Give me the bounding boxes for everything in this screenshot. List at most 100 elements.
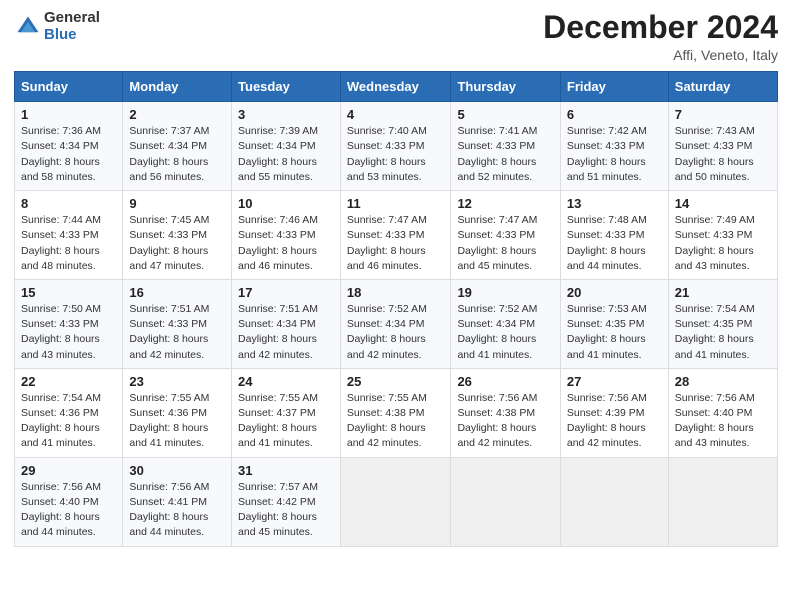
calendar-cell: 5 Sunrise: 7:41 AMSunset: 4:33 PMDaylight… <box>451 102 560 191</box>
logo-icon <box>14 13 42 41</box>
calendar-cell: 14Sunrise: 7:49 AMSunset: 4:33 PMDayligh… <box>668 191 777 280</box>
calendar-cell: 22Sunrise: 7:54 AMSunset: 4:36 PMDayligh… <box>15 368 123 457</box>
calendar-cell: 4 Sunrise: 7:40 AMSunset: 4:33 PMDaylight… <box>340 102 451 191</box>
page: General Blue December 2024 Affi, Veneto,… <box>0 0 792 612</box>
day-info: Sunrise: 7:39 AMSunset: 4:34 PMDaylight:… <box>238 124 334 185</box>
day-info: Sunrise: 7:52 AMSunset: 4:34 PMDaylight:… <box>457 302 553 363</box>
calendar-cell: 2 Sunrise: 7:37 AMSunset: 4:34 PMDaylight… <box>123 102 232 191</box>
day-number: 23 <box>129 374 225 389</box>
day-number: 5 <box>457 107 553 122</box>
calendar-cell <box>340 457 451 546</box>
weekday-header: Thursday <box>451 72 560 102</box>
day-number: 9 <box>129 196 225 211</box>
weekday-header: Wednesday <box>340 72 451 102</box>
day-number: 10 <box>238 196 334 211</box>
day-info: Sunrise: 7:37 AMSunset: 4:34 PMDaylight:… <box>129 124 225 185</box>
logo-general: General <box>44 10 100 27</box>
day-info: Sunrise: 7:42 AMSunset: 4:33 PMDaylight:… <box>567 124 662 185</box>
calendar-cell: 28Sunrise: 7:56 AMSunset: 4:40 PMDayligh… <box>668 368 777 457</box>
day-number: 25 <box>347 374 445 389</box>
day-info: Sunrise: 7:54 AMSunset: 4:36 PMDaylight:… <box>21 391 116 452</box>
day-number: 16 <box>129 285 225 300</box>
calendar-cell: 10 Sunrise: 7:46 AMSunset: 4:33 PMDayligh… <box>232 191 341 280</box>
calendar-cell: 9Sunrise: 7:45 AMSunset: 4:33 PMDaylight… <box>123 191 232 280</box>
day-number: 1 <box>21 107 116 122</box>
day-info: Sunrise: 7:47 AMSunset: 4:33 PMDaylight:… <box>347 213 445 274</box>
calendar-cell: 19Sunrise: 7:52 AMSunset: 4:34 PMDayligh… <box>451 279 560 368</box>
calendar-cell: 1 Sunrise: 7:36 AMSunset: 4:34 PMDaylight… <box>15 102 123 191</box>
day-number: 3 <box>238 107 334 122</box>
logo-blue: Blue <box>44 27 100 44</box>
day-info: Sunrise: 7:44 AMSunset: 4:33 PMDaylight:… <box>21 213 116 274</box>
calendar-cell: 16 Sunrise: 7:51 AMSunset: 4:33 PMDayligh… <box>123 279 232 368</box>
day-info: Sunrise: 7:55 AMSunset: 4:37 PMDaylight:… <box>238 391 334 452</box>
day-number: 11 <box>347 196 445 211</box>
calendar-cell: 25 Sunrise: 7:55 AMSunset: 4:38 PMDayligh… <box>340 368 451 457</box>
calendar-cell <box>668 457 777 546</box>
day-info: Sunrise: 7:55 AMSunset: 4:36 PMDaylight:… <box>129 391 225 452</box>
calendar-cell: 18 Sunrise: 7:52 AMSunset: 4:34 PMDayligh… <box>340 279 451 368</box>
month-title: December 2024 <box>543 10 778 45</box>
calendar-cell: 6 Sunrise: 7:42 AMSunset: 4:33 PMDaylight… <box>560 102 668 191</box>
weekday-header: Tuesday <box>232 72 341 102</box>
day-info: Sunrise: 7:56 AMSunset: 4:41 PMDaylight:… <box>129 480 225 541</box>
calendar-cell <box>560 457 668 546</box>
day-info: Sunrise: 7:40 AMSunset: 4:33 PMDaylight:… <box>347 124 445 185</box>
calendar-cell: 3 Sunrise: 7:39 AMSunset: 4:34 PMDaylight… <box>232 102 341 191</box>
day-info: Sunrise: 7:54 AMSunset: 4:35 PMDaylight:… <box>675 302 771 363</box>
day-info: Sunrise: 7:51 AMSunset: 4:34 PMDaylight:… <box>238 302 334 363</box>
day-info: Sunrise: 7:47 AMSunset: 4:33 PMDaylight:… <box>457 213 553 274</box>
day-number: 31 <box>238 463 334 478</box>
day-info: Sunrise: 7:56 AMSunset: 4:40 PMDaylight:… <box>21 480 116 541</box>
day-number: 30 <box>129 463 225 478</box>
day-number: 18 <box>347 285 445 300</box>
calendar-cell: 21 Sunrise: 7:54 AMSunset: 4:35 PMDayligh… <box>668 279 777 368</box>
weekday-header: Sunday <box>15 72 123 102</box>
day-number: 8 <box>21 196 116 211</box>
day-info: Sunrise: 7:43 AMSunset: 4:33 PMDaylight:… <box>675 124 771 185</box>
location: Affi, Veneto, Italy <box>543 47 778 63</box>
day-info: Sunrise: 7:56 AMSunset: 4:39 PMDaylight:… <box>567 391 662 452</box>
day-info: Sunrise: 7:53 AMSunset: 4:35 PMDaylight:… <box>567 302 662 363</box>
day-number: 2 <box>129 107 225 122</box>
calendar-cell: 7 Sunrise: 7:43 AMSunset: 4:33 PMDaylight… <box>668 102 777 191</box>
weekday-header: Monday <box>123 72 232 102</box>
day-number: 4 <box>347 107 445 122</box>
calendar-cell: 8 Sunrise: 7:44 AMSunset: 4:33 PMDaylight… <box>15 191 123 280</box>
calendar-cell: 29 Sunrise: 7:56 AMSunset: 4:40 PMDayligh… <box>15 457 123 546</box>
calendar-cell: 20 Sunrise: 7:53 AMSunset: 4:35 PMDayligh… <box>560 279 668 368</box>
day-number: 17 <box>238 285 334 300</box>
calendar-cell <box>451 457 560 546</box>
header: General Blue December 2024 Affi, Veneto,… <box>14 10 778 63</box>
calendar-cell: 27Sunrise: 7:56 AMSunset: 4:39 PMDayligh… <box>560 368 668 457</box>
day-number: 20 <box>567 285 662 300</box>
weekday-header: Friday <box>560 72 668 102</box>
day-info: Sunrise: 7:51 AMSunset: 4:33 PMDaylight:… <box>129 302 225 363</box>
day-info: Sunrise: 7:57 AMSunset: 4:42 PMDaylight:… <box>238 480 334 541</box>
day-number: 21 <box>675 285 771 300</box>
day-info: Sunrise: 7:56 AMSunset: 4:40 PMDaylight:… <box>675 391 771 452</box>
calendar-cell: 26 Sunrise: 7:56 AMSunset: 4:38 PMDayligh… <box>451 368 560 457</box>
day-number: 29 <box>21 463 116 478</box>
day-number: 13 <box>567 196 662 211</box>
day-number: 15 <box>21 285 116 300</box>
day-number: 26 <box>457 374 553 389</box>
calendar-cell: 23 Sunrise: 7:55 AMSunset: 4:36 PMDayligh… <box>123 368 232 457</box>
day-info: Sunrise: 7:41 AMSunset: 4:33 PMDaylight:… <box>457 124 553 185</box>
calendar-cell: 24Sunrise: 7:55 AMSunset: 4:37 PMDayligh… <box>232 368 341 457</box>
calendar-cell: 31 Sunrise: 7:57 AMSunset: 4:42 PMDayligh… <box>232 457 341 546</box>
day-info: Sunrise: 7:55 AMSunset: 4:38 PMDaylight:… <box>347 391 445 452</box>
day-info: Sunrise: 7:52 AMSunset: 4:34 PMDaylight:… <box>347 302 445 363</box>
day-info: Sunrise: 7:56 AMSunset: 4:38 PMDaylight:… <box>457 391 553 452</box>
calendar-cell: 15Sunrise: 7:50 AMSunset: 4:33 PMDayligh… <box>15 279 123 368</box>
calendar: SundayMondayTuesdayWednesdayThursdayFrid… <box>14 71 778 546</box>
day-number: 12 <box>457 196 553 211</box>
day-number: 7 <box>675 107 771 122</box>
day-info: Sunrise: 7:48 AMSunset: 4:33 PMDaylight:… <box>567 213 662 274</box>
day-number: 6 <box>567 107 662 122</box>
title-block: December 2024 Affi, Veneto, Italy <box>543 10 778 63</box>
weekday-header: Saturday <box>668 72 777 102</box>
calendar-cell: 17 Sunrise: 7:51 AMSunset: 4:34 PMDayligh… <box>232 279 341 368</box>
day-info: Sunrise: 7:46 AMSunset: 4:33 PMDaylight:… <box>238 213 334 274</box>
day-info: Sunrise: 7:36 AMSunset: 4:34 PMDaylight:… <box>21 124 116 185</box>
